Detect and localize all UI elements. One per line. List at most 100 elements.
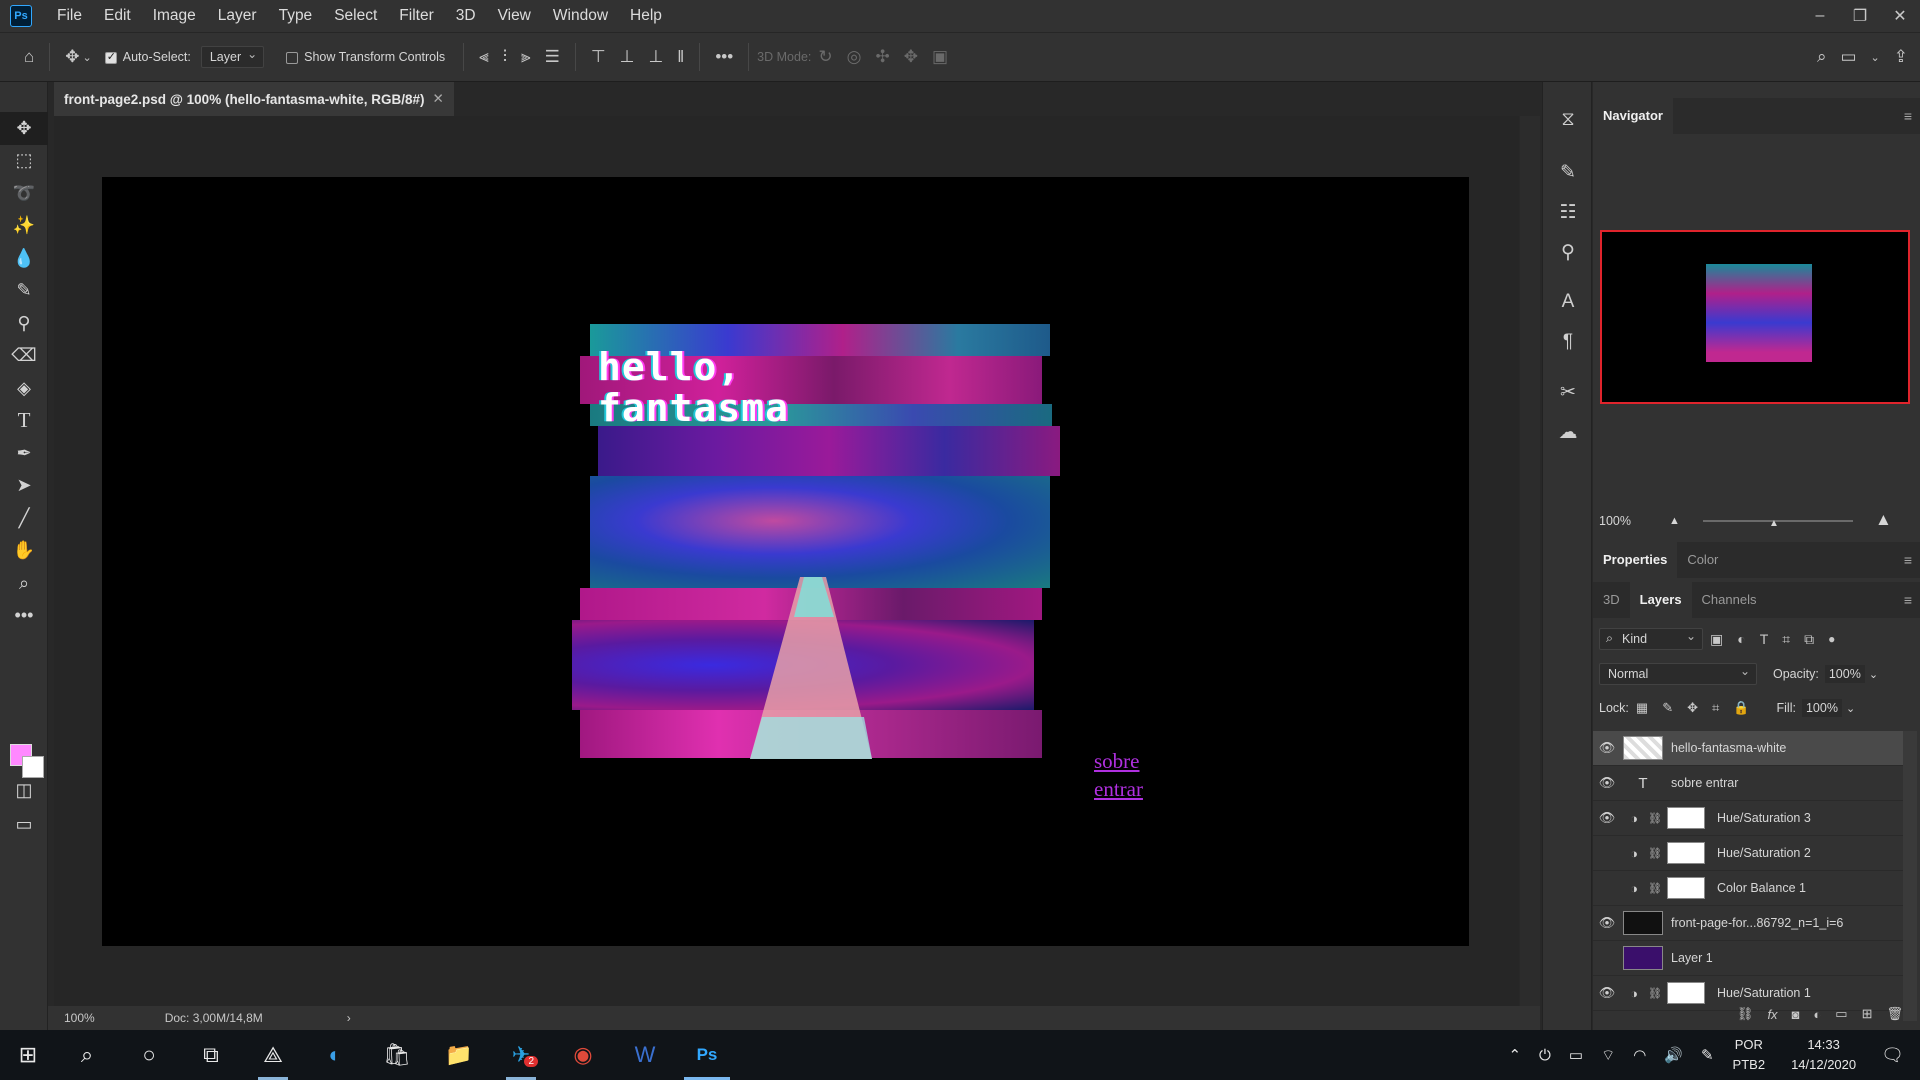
layer-row[interactable]: 👁 Layer 1 [1593,941,1903,976]
chrome-icon[interactable]: ◉ [552,1030,614,1080]
tab-navigator[interactable]: Navigator [1593,98,1673,134]
word-icon[interactable]: W [614,1030,676,1080]
auto-select-checkbox[interactable] [104,50,123,65]
new-group-icon[interactable]: ▭ [1835,1006,1847,1022]
close-button[interactable]: ✕ [1880,0,1920,32]
panel-menu-icon[interactable]: ≡ [1904,108,1912,124]
blend-mode-dropdown[interactable]: Normal [1599,663,1757,685]
eye-icon[interactable]: 👁 [1593,845,1621,861]
pen-icon[interactable]: ✎ [1701,1046,1714,1064]
layer-row[interactable]: 👁 front-page-for...86792_n=1_i=6 [1593,906,1903,941]
more-options-icon[interactable]: ••• [715,47,733,67]
menu-select[interactable]: Select [323,0,388,32]
vertical-scrollbar[interactable] [1520,116,1540,1006]
link-layers-icon[interactable]: ⛓ [1737,1006,1754,1022]
document-tab[interactable]: front-page2.psd @ 100% (hello-fantasma-w… [54,82,454,116]
distribute-vertical-icon[interactable]: ‖ [677,47,684,67]
layer-row[interactable]: 👁 ◑ ⛓ Hue/Saturation 3 [1593,801,1903,836]
lock-position-icon[interactable]: ✥ [1687,700,1698,716]
eye-icon[interactable]: 👁 [1593,985,1621,1001]
cortana-icon[interactable]: ○ [118,1030,180,1080]
share-icon[interactable]: ⇪ [1894,47,1908,67]
libraries-icon[interactable]: ☁ [1543,412,1593,452]
task-view-icon[interactable]: ⧉ [180,1030,242,1080]
restore-button[interactable]: ❐ [1840,0,1880,32]
path-selection-tool-icon[interactable]: ➤ [0,470,48,503]
quick-mask-icon[interactable]: ◫ [0,774,48,807]
input-language[interactable]: POR PTB2 [1733,1035,1766,1075]
tab-properties[interactable]: Properties [1593,542,1678,578]
delete-layer-icon[interactable]: 🗑 [1886,1006,1903,1022]
zoom-in-icon[interactable]: ▲ [1875,510,1892,530]
zoom-slider-handle[interactable]: ▲ [1769,518,1779,529]
volume-icon[interactable]: 🔊 [1664,1046,1683,1064]
layers-scrollbar[interactable] [1903,731,1917,1021]
show-transform-checkbox[interactable] [286,50,304,65]
menu-help[interactable]: Help [619,0,673,32]
store-icon[interactable]: 🛍 [366,1030,428,1080]
hand-tool-icon[interactable]: ✋ [0,535,48,568]
filter-type-icon[interactable]: T [1760,631,1769,647]
panel-menu-icon[interactable]: ≡ [1904,592,1912,608]
3d-camera-icon[interactable]: ▣ [932,47,948,67]
chevron-down-icon[interactable]: ⌄ [1871,51,1880,64]
search-icon[interactable]: ⌕ [56,1030,118,1080]
layer-row[interactable]: 👁 ◑ ⛓ Color Balance 1 [1593,871,1903,906]
magic-wand-tool-icon[interactable]: ✨ [0,210,48,243]
eye-icon[interactable]: 👁 [1593,740,1621,756]
align-top-icon[interactable]: ⊤ [591,47,606,67]
start-icon[interactable]: ⊞ [0,1030,56,1080]
lasso-tool-icon[interactable]: ➰ [0,177,48,210]
lock-transparent-icon[interactable]: ▦ [1636,700,1648,716]
align-middle-icon[interactable]: ⊥ [620,47,635,67]
lock-image-icon[interactable]: ✎ [1662,700,1673,716]
brush-settings-icon[interactable]: ✎ [1543,152,1593,192]
move-tool-preset-icon[interactable]: ✥ [65,47,79,67]
filter-shape-icon[interactable]: ⌗ [1782,631,1790,648]
paint-bucket-tool-icon[interactable]: ◈ [0,372,48,405]
align-center-icon[interactable]: ⫶ [503,47,507,67]
paragraph-icon[interactable]: ¶ [1543,322,1593,362]
network-icon[interactable]: ⌔ [1601,1046,1615,1065]
opacity-value[interactable]: 100% [1824,665,1865,683]
battery-icon[interactable]: ▭ [1569,1046,1583,1064]
app-icon[interactable]: ⟁ [242,1030,304,1080]
layer-style-icon[interactable]: fx [1767,1007,1777,1022]
eye-icon[interactable]: 👁 [1593,950,1621,966]
close-tab-icon[interactable]: ✕ [432,91,443,107]
zoom-tool-icon[interactable]: ⌕ [0,567,48,600]
3d-orbit-icon[interactable]: ↻ [818,47,832,67]
eye-icon[interactable]: 👁 [1593,880,1621,896]
eye-icon[interactable]: 👁 [1593,915,1621,931]
align-left-icon[interactable]: ⫷ [479,47,489,67]
filter-toggle-icon[interactable]: ● [1828,632,1835,646]
clone-source-icon[interactable]: ⚲ [1543,232,1593,272]
layer-filter-kind[interactable]: ⌕ Kind [1599,628,1703,650]
navigator-zoom[interactable]: 100% [1599,514,1669,528]
home-icon[interactable]: ⌂ [24,47,34,67]
menu-file[interactable]: File [46,0,93,32]
eye-icon[interactable]: 👁 [1593,810,1621,826]
notifications-icon[interactable]: 🗨 [1881,1045,1904,1066]
layer-row[interactable]: 👁 hello-fantasma-white [1593,731,1903,766]
new-adjustment-icon[interactable]: ◐ [1813,1007,1821,1022]
stamp-tool-icon[interactable]: ⚲ [0,307,48,340]
align-bottom-icon[interactable]: ⊥ [648,47,663,67]
menu-view[interactable]: View [487,0,542,32]
tab-3d[interactable]: 3D [1593,582,1630,618]
panel-menu-icon[interactable]: ≡ [1904,552,1912,568]
distribute-icon[interactable]: ☰ [545,47,560,67]
brush-tool-icon[interactable]: ✎ [0,275,48,308]
menu-layer[interactable]: Layer [207,0,268,32]
tab-channels[interactable]: Channels [1692,582,1767,618]
menu-image[interactable]: Image [142,0,207,32]
workspace-icon[interactable]: ▭ [1840,47,1856,67]
wifi-icon[interactable]: ◠ [1633,1046,1646,1064]
chevron-down-icon[interactable]: ⌄ [1869,668,1878,681]
line-tool-icon[interactable]: ╱ [0,502,48,535]
photoshop-taskbar-icon[interactable]: Ps [676,1030,738,1080]
tab-color[interactable]: Color [1677,542,1728,578]
search-icon[interactable]: ⌕ [1817,47,1827,67]
zoom-level[interactable]: 100% [64,1011,95,1025]
align-right-icon[interactable]: ⫸ [521,47,531,67]
